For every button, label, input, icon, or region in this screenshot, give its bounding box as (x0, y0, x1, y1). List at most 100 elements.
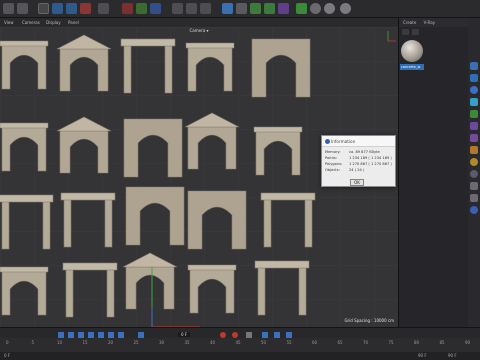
arch-model[interactable] (251, 38, 311, 98)
add-material-icon[interactable] (402, 29, 409, 35)
ruler-label: 0 (6, 340, 9, 345)
pen-tool-icon[interactable] (236, 3, 247, 14)
ruler-label: 20 (108, 340, 114, 345)
effector-icon[interactable] (470, 122, 478, 130)
arch-model[interactable] (0, 266, 49, 316)
generator-icon[interactable] (470, 110, 478, 118)
render-view-icon[interactable] (186, 3, 197, 14)
ruler-label: 80 (414, 340, 420, 345)
status-bar: 0 F 90 F 90 F (0, 352, 480, 360)
grid-spacing-label: Grid Spacing : 10000 cm (344, 318, 394, 323)
material-menu: Create V-Ray (399, 18, 468, 27)
tag-icon[interactable] (470, 194, 478, 202)
menu-panel[interactable]: Panel (68, 18, 79, 27)
redo-icon[interactable] (17, 3, 28, 14)
ruler-label: 40 (210, 340, 216, 345)
dialog-titlebar: Information (322, 136, 395, 147)
ruler-label: 35 (184, 340, 190, 345)
menu-create[interactable]: Create (403, 20, 416, 25)
arch-model[interactable] (254, 260, 310, 316)
move-icon[interactable] (52, 3, 63, 14)
square-icon[interactable] (470, 74, 478, 82)
main-toolbar (0, 0, 480, 18)
scale-icon[interactable] (66, 3, 77, 14)
ruler-label: 90 (465, 340, 471, 345)
arch-model[interactable] (0, 122, 49, 172)
ruler-label: 45 (235, 340, 241, 345)
arch-model[interactable] (0, 194, 54, 250)
arch-model[interactable] (184, 112, 240, 170)
arch-model[interactable] (62, 262, 118, 318)
material-name[interactable]: concrete_w (400, 64, 424, 70)
ruler-label: 30 (159, 340, 165, 345)
light-icon[interactable] (470, 158, 478, 166)
info-value: 24 ( 24 ) (349, 168, 365, 172)
arch-model[interactable] (125, 186, 185, 246)
arch-model[interactable] (187, 190, 247, 250)
arch-model[interactable] (185, 42, 235, 92)
arch-model[interactable] (56, 34, 112, 92)
max-frame-field[interactable]: 90 F (448, 353, 457, 358)
deformer-icon[interactable] (278, 3, 289, 14)
menu-view[interactable]: View (4, 18, 14, 27)
sphere-icon[interactable] (470, 86, 478, 94)
text-icon[interactable] (470, 98, 478, 106)
live-selection-icon[interactable] (38, 3, 49, 14)
edit-material-icon[interactable] (412, 29, 419, 35)
ok-button[interactable]: OK (350, 179, 364, 186)
arch-model[interactable] (253, 126, 303, 176)
render-region-icon[interactable] (172, 3, 183, 14)
info-row-objects: Objects: 24 ( 24 ) (325, 167, 392, 173)
menu-vray[interactable]: V-Ray (424, 20, 435, 25)
gear-icon[interactable] (470, 182, 478, 190)
arch-model[interactable] (0, 40, 49, 90)
dialog-title: Information (331, 139, 356, 144)
subdivision-icon[interactable] (250, 3, 261, 14)
z-axis-icon[interactable] (150, 3, 161, 14)
arch-model[interactable] (60, 192, 116, 248)
arch-model[interactable] (123, 118, 183, 178)
menu-display[interactable]: Display (46, 18, 61, 27)
warning-icon[interactable] (296, 3, 307, 14)
rotate-icon[interactable] (80, 3, 91, 14)
ruler-label: 85 (439, 340, 445, 345)
cube-icon[interactable] (222, 3, 233, 14)
x-axis-icon[interactable] (122, 3, 133, 14)
deformer-icon[interactable] (470, 134, 478, 142)
ruler-label: 25 (133, 340, 139, 345)
ruler-label: 10 (57, 340, 63, 345)
globe-icon[interactable] (470, 170, 478, 178)
viewport-menubar: View Cameras Display Panel (0, 18, 398, 27)
scene-icon[interactable] (310, 3, 321, 14)
light-icon[interactable] (324, 3, 335, 14)
arch-model[interactable] (260, 192, 316, 248)
arch-model[interactable] (187, 264, 237, 314)
ruler-label: 50 (261, 340, 267, 345)
ruler-label: 60 (312, 340, 318, 345)
info-label: Objects: (325, 168, 340, 172)
timeline-ruler[interactable]: 0 5 10 15 20 25 30 35 40 45 50 55 60 65 70 75 80 85 90 (0, 338, 480, 352)
arch-model[interactable] (120, 38, 176, 94)
camera-icon[interactable] (470, 146, 478, 154)
current-frame-field[interactable]: 0 F (178, 332, 191, 337)
arch-model[interactable] (122, 252, 178, 310)
material-tools (399, 27, 468, 37)
cube-icon[interactable] (470, 62, 478, 70)
info-icon[interactable] (470, 206, 478, 214)
ruler-label: 75 (388, 340, 394, 345)
ruler-label: 70 (363, 340, 369, 345)
start-frame-field[interactable]: 0 F (4, 353, 10, 358)
ruler-label: 65 (337, 340, 343, 345)
undo-icon[interactable] (3, 3, 14, 14)
y-axis-icon[interactable] (136, 3, 147, 14)
cloner-icon[interactable] (264, 3, 275, 14)
ruler-label: 55 (286, 340, 292, 345)
arch-model[interactable] (56, 116, 112, 174)
end-frame-field[interactable]: 90 F (418, 353, 427, 358)
menu-cameras[interactable]: Cameras (22, 18, 40, 27)
ruler-label: 15 (82, 340, 88, 345)
material-thumbnail[interactable] (401, 40, 423, 62)
render-settings-icon[interactable] (200, 3, 211, 14)
vray-icon[interactable] (340, 3, 351, 14)
pen-icon[interactable] (98, 3, 109, 14)
